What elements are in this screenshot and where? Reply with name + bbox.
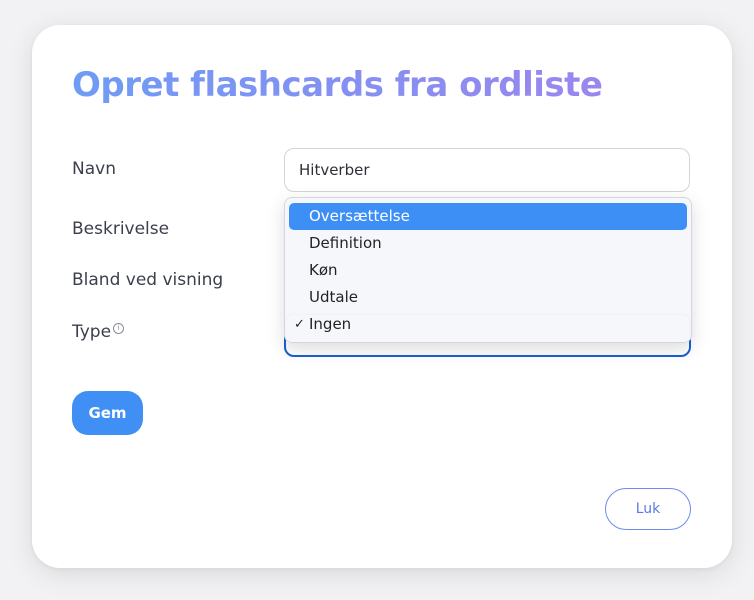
type-option-none[interactable]: ✓ Ingen bbox=[289, 311, 687, 338]
type-dropdown-menu: Oversættelse Definition Køn Udtale ✓ Inge… bbox=[284, 197, 692, 343]
type-option-gender[interactable]: Køn bbox=[289, 257, 687, 284]
type-label-wrapper: Type i bbox=[72, 321, 125, 343]
name-input[interactable] bbox=[284, 148, 690, 192]
info-icon[interactable]: i bbox=[113, 323, 125, 334]
type-option-translation[interactable]: Oversættelse bbox=[289, 203, 687, 230]
checkmark-icon: ✓ bbox=[294, 317, 305, 332]
close-button[interactable]: Luk bbox=[605, 488, 691, 530]
flashcards-dialog: Opret flashcards fra ordliste Navn Beskr… bbox=[32, 25, 732, 568]
save-button[interactable]: Gem bbox=[72, 391, 143, 435]
type-option-pronunciation[interactable]: Udtale bbox=[289, 284, 687, 311]
name-label: Navn bbox=[72, 159, 116, 179]
shuffle-label: Bland ved visning bbox=[72, 270, 224, 290]
type-option-definition[interactable]: Definition bbox=[289, 230, 687, 257]
dialog-title: Opret flashcards fra ordliste bbox=[72, 61, 603, 109]
type-label: Type bbox=[72, 322, 112, 342]
description-label: Beskrivelse bbox=[72, 219, 170, 239]
